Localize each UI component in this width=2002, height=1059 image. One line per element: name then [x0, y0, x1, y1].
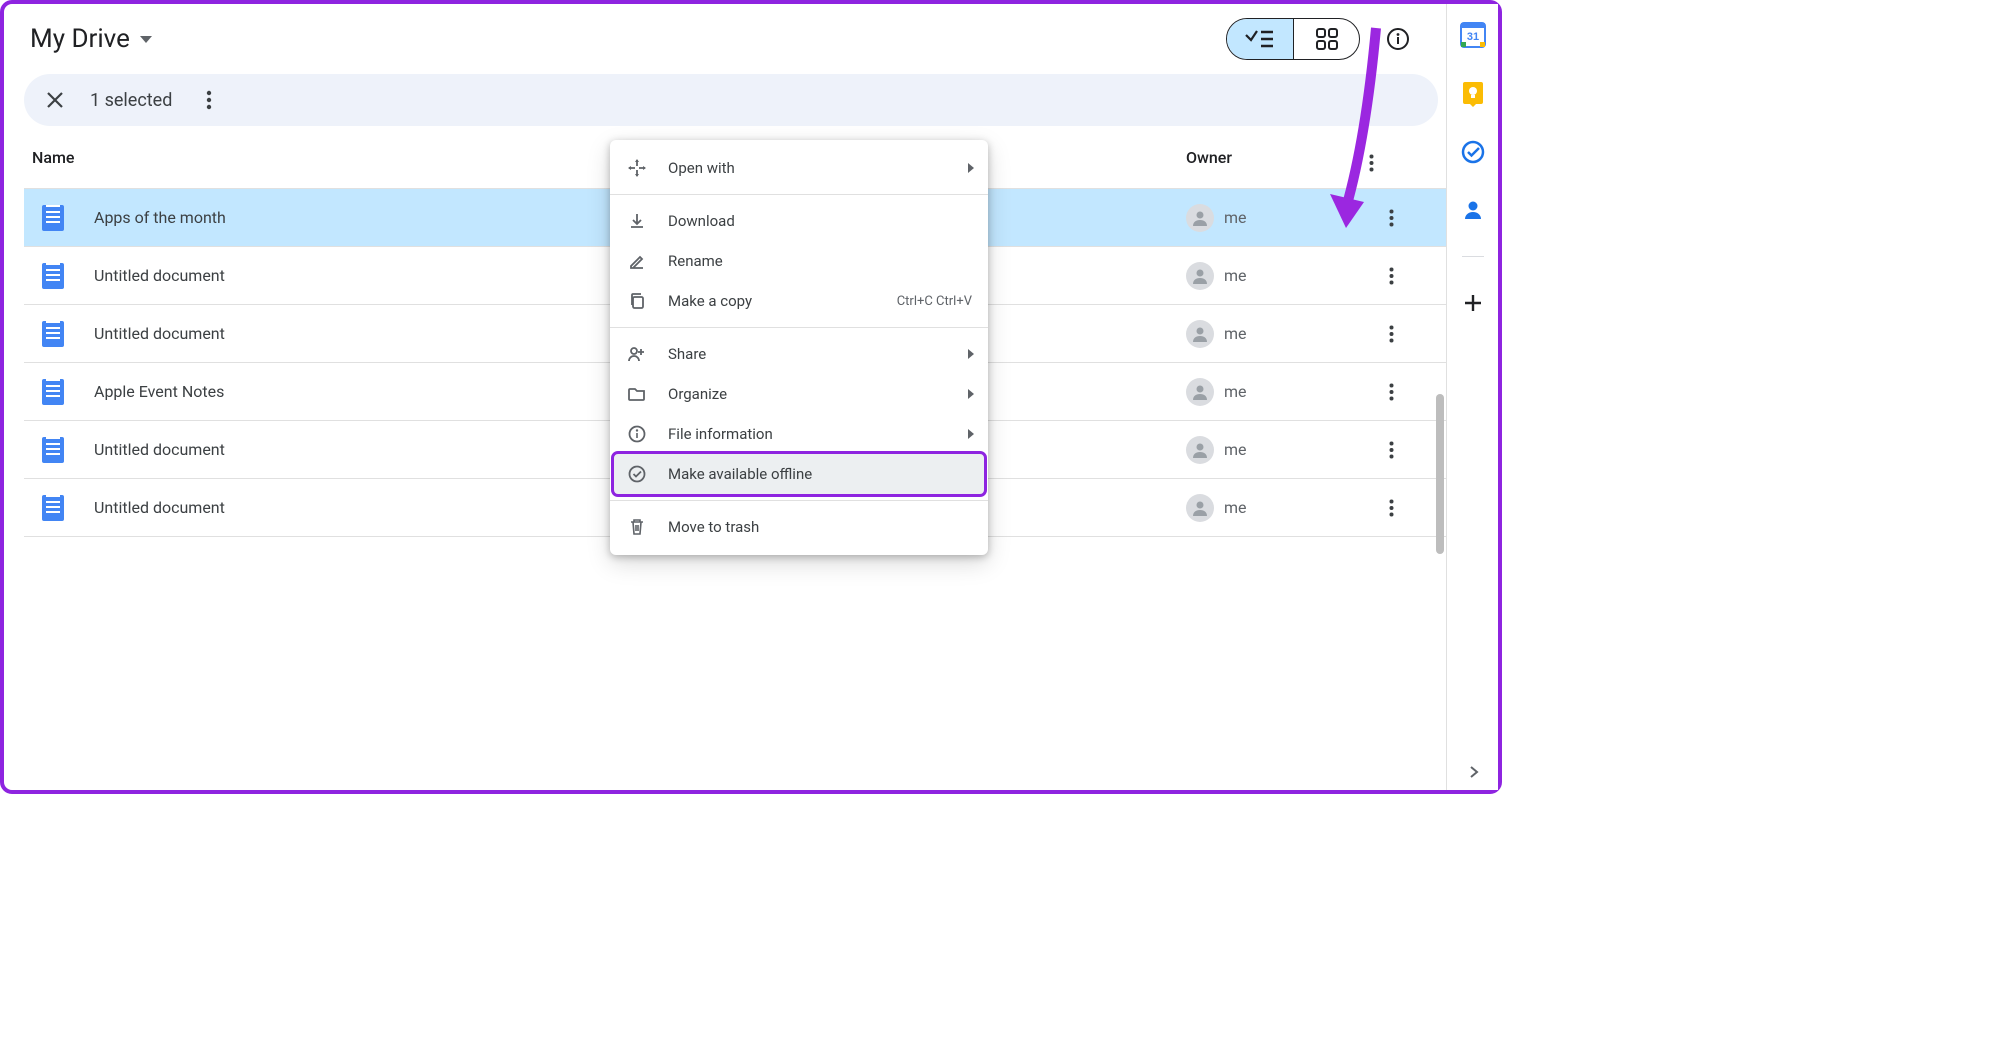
- column-header-owner[interactable]: Owner: [1186, 148, 1356, 178]
- details-button[interactable]: [1378, 19, 1418, 59]
- clear-selection-button[interactable]: [38, 83, 72, 117]
- side-panel: 31: [1446, 4, 1498, 790]
- page-title: My Drive: [30, 24, 130, 54]
- owner-avatar: [1186, 262, 1214, 290]
- hide-side-panel-button[interactable]: [1462, 760, 1486, 784]
- get-addons-button[interactable]: [1461, 291, 1485, 315]
- shortcut-text: Ctrl+C Ctrl+V: [897, 294, 972, 309]
- folder-icon: [626, 386, 648, 402]
- list-view-button[interactable]: [1227, 19, 1293, 59]
- copy-icon: [626, 292, 648, 310]
- owner-label: me: [1224, 324, 1247, 343]
- owner-label: me: [1224, 382, 1247, 401]
- owner-label: me: [1224, 266, 1247, 285]
- rename-icon: [626, 252, 648, 270]
- download-icon: [626, 212, 648, 230]
- calendar-app-icon[interactable]: 31: [1460, 22, 1486, 48]
- file-more-button[interactable]: [1376, 203, 1406, 233]
- owner-avatar: [1186, 494, 1214, 522]
- menu-make-offline[interactable]: Make available offline: [614, 454, 984, 494]
- submenu-arrow-icon: [968, 389, 974, 399]
- chevron-down-icon: [140, 36, 152, 43]
- docs-icon: [42, 263, 64, 289]
- owner-avatar: [1186, 320, 1214, 348]
- submenu-arrow-icon: [968, 163, 974, 173]
- owner-label: me: [1224, 208, 1247, 227]
- docs-icon: [42, 379, 64, 405]
- docs-icon: [42, 437, 64, 463]
- menu-rename[interactable]: Rename: [610, 241, 988, 281]
- divider: [1462, 256, 1484, 257]
- open-with-icon: [626, 158, 648, 178]
- grid-view-button[interactable]: [1293, 19, 1359, 59]
- docs-icon: [42, 495, 64, 521]
- offline-icon: [626, 465, 648, 483]
- menu-open-with[interactable]: Open with: [610, 148, 988, 188]
- file-more-button[interactable]: [1376, 377, 1406, 407]
- owner-avatar: [1186, 436, 1214, 464]
- column-options-button[interactable]: [1356, 148, 1386, 178]
- selection-count: 1 selected: [90, 90, 172, 111]
- view-switcher: [1226, 18, 1360, 60]
- docs-icon: [42, 321, 64, 347]
- scrollbar[interactable]: [1436, 394, 1444, 554]
- submenu-arrow-icon: [968, 349, 974, 359]
- menu-download[interactable]: Download: [610, 201, 988, 241]
- file-more-button[interactable]: [1376, 493, 1406, 523]
- location-dropdown[interactable]: My Drive: [24, 20, 158, 58]
- menu-share[interactable]: Share: [610, 334, 988, 374]
- info-icon: [626, 425, 648, 443]
- owner-label: me: [1224, 498, 1247, 517]
- trash-icon: [626, 518, 648, 536]
- file-more-button[interactable]: [1376, 261, 1406, 291]
- menu-organize[interactable]: Organize: [610, 374, 988, 414]
- owner-avatar: [1186, 204, 1214, 232]
- selection-more-button[interactable]: [194, 85, 224, 115]
- owner-avatar: [1186, 378, 1214, 406]
- selection-bar: 1 selected: [24, 74, 1438, 126]
- menu-make-copy[interactable]: Make a copy Ctrl+C Ctrl+V: [610, 281, 988, 321]
- context-menu: Open with Download Rename Make: [610, 140, 988, 555]
- docs-icon: [42, 205, 64, 231]
- file-more-button[interactable]: [1376, 435, 1406, 465]
- file-more-button[interactable]: [1376, 319, 1406, 349]
- share-icon: [626, 345, 648, 363]
- menu-move-to-trash[interactable]: Move to trash: [610, 507, 988, 547]
- contacts-app-icon[interactable]: [1461, 198, 1485, 222]
- svg-text:31: 31: [1466, 31, 1478, 43]
- owner-label: me: [1224, 440, 1247, 459]
- tasks-app-icon[interactable]: [1461, 140, 1485, 164]
- menu-file-info[interactable]: File information: [610, 414, 988, 454]
- keep-app-icon[interactable]: [1461, 82, 1485, 106]
- column-header-name[interactable]: Name: [32, 148, 1186, 178]
- submenu-arrow-icon: [968, 429, 974, 439]
